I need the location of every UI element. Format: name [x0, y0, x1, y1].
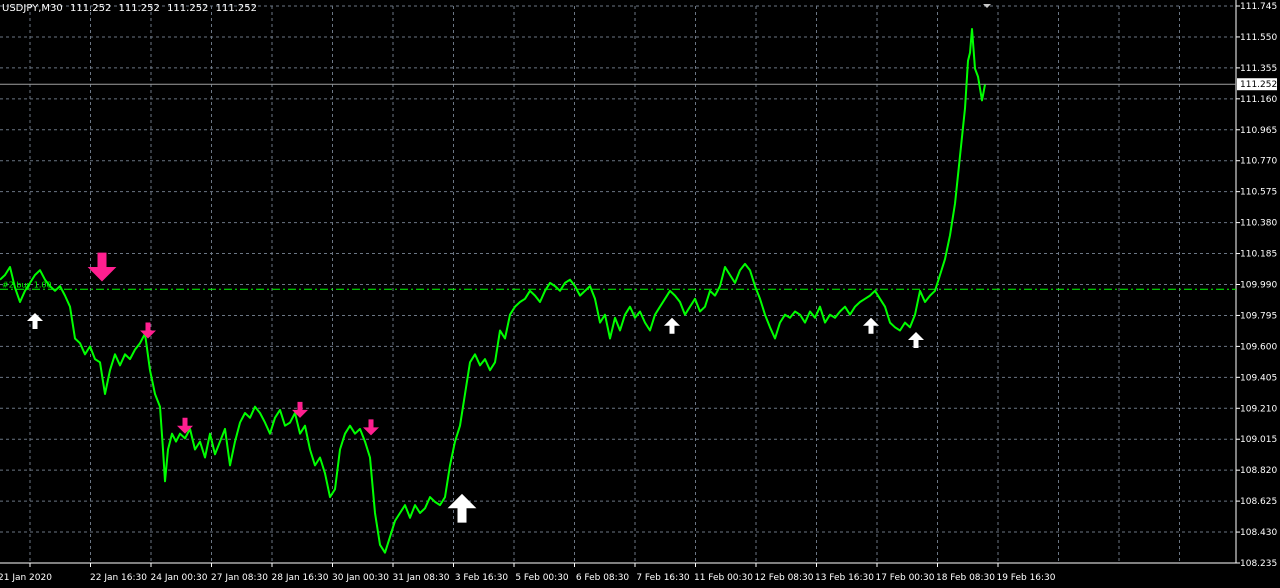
price-line-series: [0, 28, 986, 554]
ohlc-low: 111.252: [167, 3, 209, 14]
time-tick-label: 28 Jan 16:30: [272, 573, 329, 583]
time-tick-label: 12 Feb 08:30: [754, 573, 813, 583]
sell-arrow-icon: [140, 322, 156, 339]
sell-arrow-icon: [363, 419, 379, 436]
current-price-label: 111.252: [1240, 80, 1277, 90]
buy-arrow-icon: [908, 332, 924, 349]
price-tick-label: 110.185: [1240, 250, 1277, 260]
price-tick-label: 109.015: [1240, 435, 1277, 445]
time-tick-label: 21 Jan 2020: [0, 573, 52, 583]
time-tick-label: 5 Feb 00:30: [515, 573, 569, 583]
time-tick-label: 31 Jan 08:30: [393, 573, 450, 583]
ohlc-open: 111.252: [69, 3, 112, 14]
price-tick-label: 108.235: [1240, 559, 1277, 569]
price-tick-label: 110.770: [1240, 157, 1277, 167]
ohlc-high: 111.252: [118, 3, 160, 14]
price-chart[interactable]: 111.745 111.550 111.355 111.160 110.965 110.7…: [0, 0, 1280, 584]
sell-arrow-icon: [87, 252, 117, 282]
time-tick-label: 13 Feb 16:30: [815, 573, 874, 583]
price-tick-label: 111.160: [1240, 95, 1277, 105]
price-tick-label: 111.355: [1240, 64, 1277, 74]
time-tick-label: 17 Feb 00:30: [875, 573, 934, 583]
price-tick-label: 109.600: [1240, 342, 1277, 352]
price-tick-label: 109.990: [1240, 281, 1277, 291]
price-tick-label: 109.210: [1240, 404, 1277, 414]
price-tick-label: 110.965: [1240, 126, 1277, 136]
time-tick-label: 24 Jan 00:30: [151, 573, 208, 583]
price-tick-label: 108.820: [1240, 466, 1277, 476]
time-tick-label: 27 Jan 08:30: [211, 573, 268, 583]
time-tick-label: 19 Feb 16:30: [996, 573, 1055, 583]
time-tick-label: 3 Feb 16:30: [455, 573, 509, 583]
ohlc-close: 111.252: [215, 3, 257, 14]
time-tick-label: 18 Feb 08:30: [936, 573, 995, 583]
buy-arrow-icon: [27, 312, 43, 329]
symbol-timeframe: USDJPY,M30: [2, 3, 63, 14]
time-tick-label: 7 Feb 16:30: [636, 573, 690, 583]
price-tick-label: 111.550: [1240, 33, 1277, 43]
price-tick-label: 110.380: [1240, 219, 1277, 229]
time-tick-label: 6 Feb 08:30: [576, 573, 630, 583]
price-tick-label: 108.430: [1240, 528, 1277, 538]
price-tick-label: 110.575: [1240, 188, 1277, 198]
price-tick-label: 109.405: [1240, 373, 1277, 383]
price-tick-label: 111.745: [1240, 2, 1277, 12]
time-tick-label: 22 Jan 16:30: [90, 573, 147, 583]
chart-window[interactable]: USDJPY,M30 111.252 111.252 111.252 111.2…: [0, 0, 1280, 584]
buy-arrow-icon: [664, 317, 680, 334]
price-tick-label: 109.795: [1240, 311, 1277, 321]
buy-arrow-icon: [447, 493, 477, 523]
time-tick-label: 30 Jan 00:30: [332, 573, 389, 583]
chart-info-bar: USDJPY,M30 111.252 111.252 111.252 111.2…: [2, 3, 261, 14]
price-tick-label: 108.625: [1240, 497, 1277, 507]
time-tick-label: 11 Feb 00:30: [694, 573, 753, 583]
